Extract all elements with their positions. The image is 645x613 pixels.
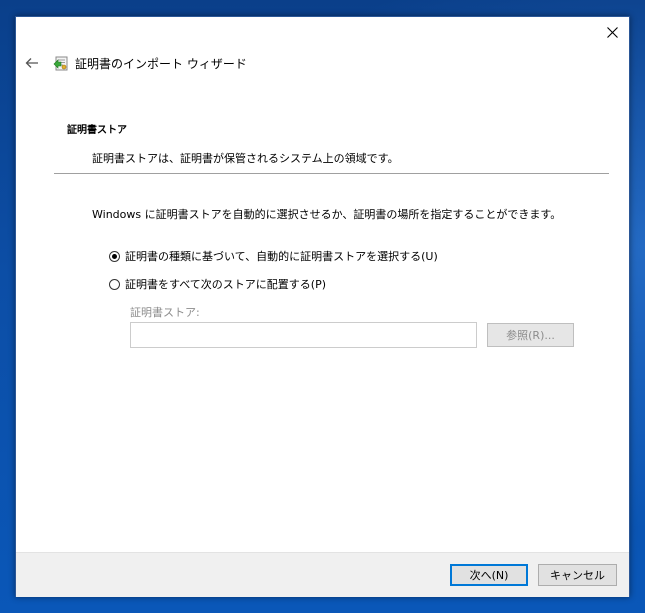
store-field-label: 証明書ストア:: [130, 306, 200, 319]
header-divider: [54, 173, 609, 174]
close-button[interactable]: [595, 17, 629, 47]
place-in-store-option[interactable]: 証明書をすべて次のストアに配置する(P): [109, 276, 326, 292]
section-title: 証明書ストア: [67, 125, 127, 136]
certificate-import-wizard-dialog: 証明書のインポート ウィザード 証明書ストア 証明書ストアは、証明書が保管される…: [15, 16, 630, 597]
place-in-store-label: 証明書をすべて次のストアに配置する(P): [125, 278, 327, 291]
cancel-button[interactable]: キャンセル: [538, 564, 617, 586]
wizard-title: 証明書のインポート ウィザード: [75, 57, 247, 71]
radio-button-selected[interactable]: [109, 250, 120, 262]
back-button[interactable]: [22, 53, 42, 73]
auto-select-store-option[interactable]: 証明書の種類に基づいて、自動的に証明書ストアを選択する(U): [109, 248, 438, 264]
store-input[interactable]: [130, 322, 477, 348]
next-button[interactable]: 次へ(N): [450, 564, 528, 586]
footer-bar: 次へ(N) キャンセル: [16, 552, 629, 597]
auto-select-store-label: 証明書の種類に基づいて、自動的に証明書ストアを選択する(U): [125, 250, 438, 263]
close-icon: [606, 26, 618, 38]
back-arrow-icon: [25, 54, 39, 73]
browse-button[interactable]: 参照(R)...: [487, 323, 574, 347]
radio-button-unselected[interactable]: [109, 278, 120, 290]
certificate-import-icon: [53, 54, 69, 72]
section-description: 証明書ストアは、証明書が保管されるシステム上の領域です。: [92, 152, 399, 165]
instruction-text: Windows に証明書ストアを自動的に選択させるか、証明書の場所を指定すること…: [92, 208, 562, 221]
